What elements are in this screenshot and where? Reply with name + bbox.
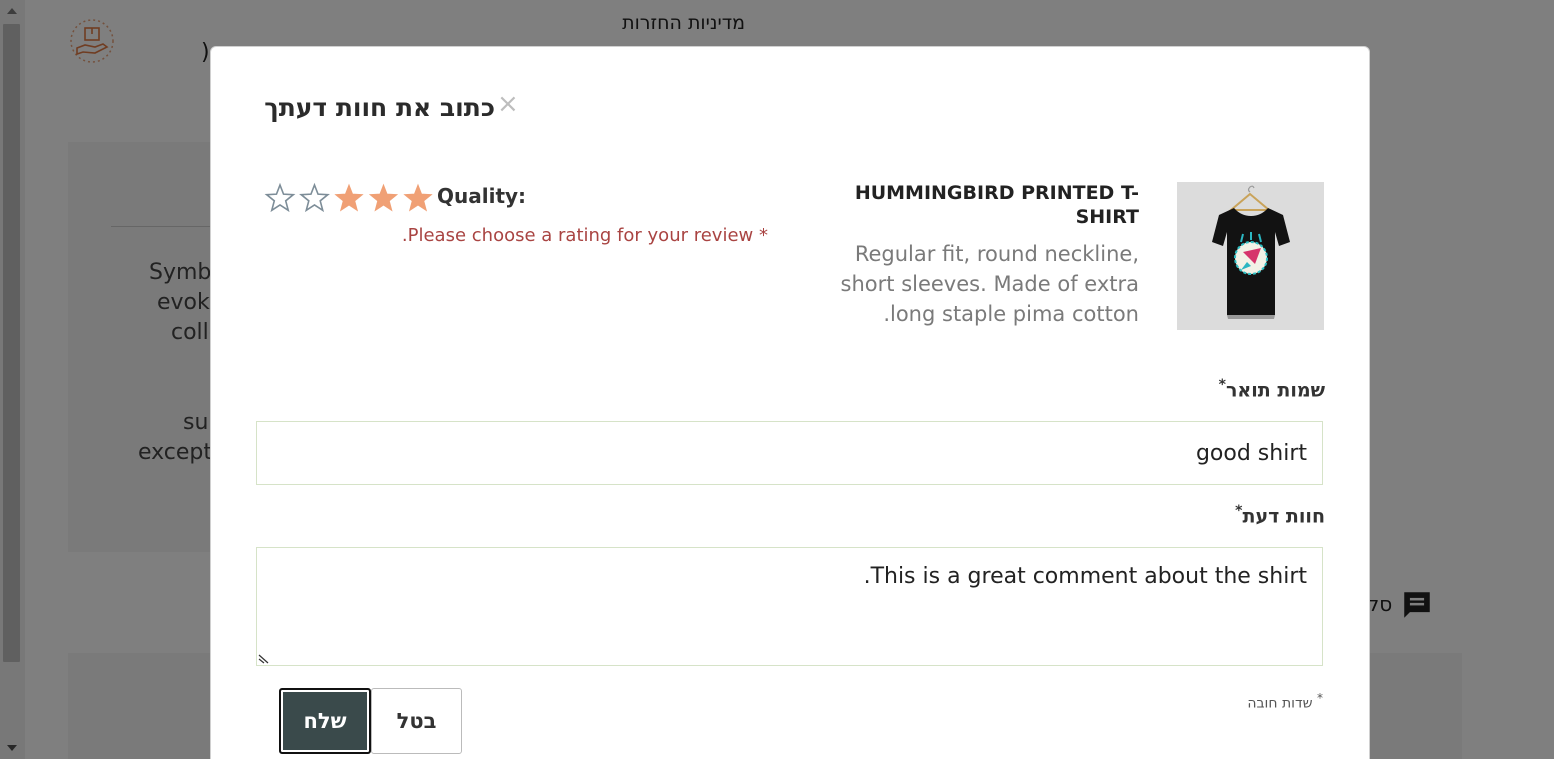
review-modal: כתוב את חוות דעתך × HUMMINGBIRD PRINTED … — [210, 46, 1370, 759]
review-summary-input[interactable] — [256, 421, 1323, 485]
product-description: Regular fit, round neckline, short sleev… — [840, 242, 1139, 326]
star-empty-icon[interactable] — [264, 182, 296, 213]
star-filled-icon[interactable] — [368, 183, 399, 212]
required-fields-note: * שדות חובה — [1211, 691, 1323, 712]
required-mark: * — [1235, 503, 1243, 519]
rating-label: Quality: — [437, 184, 527, 208]
rating-stars[interactable] — [263, 179, 435, 215]
modal-title: כתוב את חוות דעתך — [264, 93, 495, 122]
send-button[interactable]: שלח — [279, 688, 371, 754]
required-mark: * — [1218, 377, 1226, 393]
summary-field-label: שמות תואר* — [1217, 377, 1325, 401]
close-icon[interactable]: × — [497, 91, 519, 117]
review-field-label: חוות דעת* — [1233, 503, 1325, 527]
product-name: HUMMINGBIRD PRINTED T-SHIRT — [854, 182, 1139, 228]
star-filled-icon[interactable] — [334, 183, 364, 212]
star-empty-icon[interactable] — [299, 182, 330, 213]
cancel-button[interactable]: בטל — [371, 688, 462, 754]
rating-error-message: * Please choose a rating for your review… — [401, 225, 768, 246]
review-text-area[interactable]: This is a great comment about the shirt. — [256, 547, 1323, 666]
review-field-label-text: חוות דעת — [1242, 505, 1326, 528]
required-fields-note-text: שדות חובה — [1247, 695, 1313, 712]
product-image — [1177, 182, 1324, 330]
star-filled-icon[interactable] — [403, 183, 433, 212]
resize-grip-icon[interactable] — [258, 652, 270, 664]
required-mark: * — [1317, 691, 1323, 705]
summary-field-label-text: שמות תואר — [1225, 379, 1325, 402]
rating-row: Quality: — [263, 179, 527, 215]
